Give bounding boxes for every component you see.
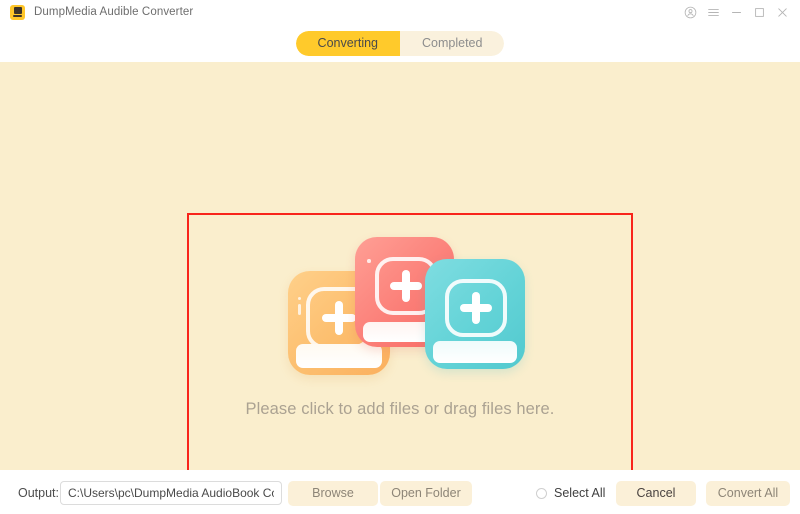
app-window: DumpMedia Audible Converter Converting C… [0, 0, 800, 514]
title-bar: DumpMedia Audible Converter [0, 0, 800, 24]
output-label: Output: [18, 486, 59, 500]
tab-converting[interactable]: Converting [295, 30, 400, 56]
select-all-control[interactable]: Select All [536, 487, 605, 500]
window-controls [679, 0, 794, 24]
tab-bar: Converting Completed [0, 24, 800, 62]
main-canvas: Please click to add files or drag files … [0, 62, 800, 472]
account-icon[interactable] [679, 0, 702, 24]
app-logo-icon [10, 4, 25, 20]
window-title: DumpMedia Audible Converter [34, 6, 194, 18]
book-page-edge [296, 344, 382, 368]
dropzone-prompt-text: Please click to add files or drag files … [245, 400, 555, 418]
browse-button[interactable]: Browse [288, 481, 378, 506]
add-files-books-illustration[interactable] [280, 235, 535, 375]
open-folder-button[interactable]: Open Folder [380, 481, 472, 506]
cancel-button[interactable]: Cancel [616, 481, 696, 506]
output-path-input[interactable] [60, 481, 282, 505]
card-dash-decor [298, 304, 301, 315]
plus-icon-vertical [472, 292, 480, 324]
plus-icon-vertical [402, 270, 410, 302]
minimize-icon[interactable] [725, 0, 748, 24]
select-all-label: Select All [554, 486, 606, 500]
select-all-radio[interactable] [536, 487, 547, 499]
card-dot-decor [367, 259, 371, 263]
book-page-edge [433, 341, 517, 363]
tab-completed[interactable]: Completed [400, 30, 505, 56]
card-dot-decor [298, 297, 301, 300]
menu-icon[interactable] [702, 0, 725, 24]
book-card-teal-icon [425, 259, 525, 369]
plus-icon-vertical [335, 301, 343, 335]
maximize-icon[interactable] [748, 0, 771, 24]
convert-all-button[interactable]: Convert All [706, 481, 790, 506]
tab-group: Converting Completed [295, 30, 505, 56]
close-icon[interactable] [771, 0, 794, 24]
